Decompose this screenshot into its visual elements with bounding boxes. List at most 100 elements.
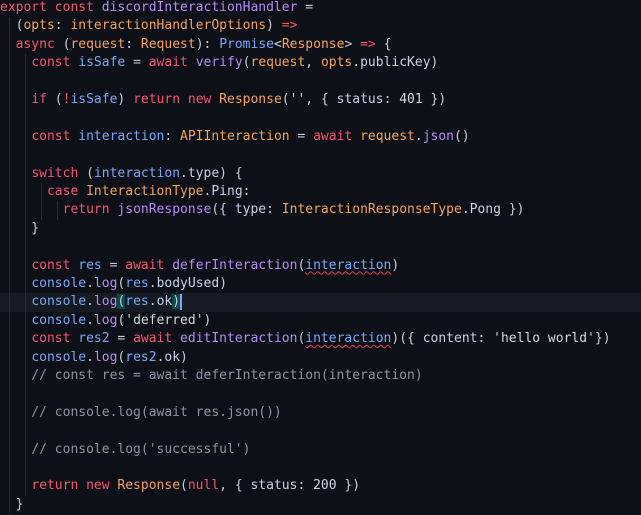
- code-token: opts: [320, 55, 353, 71]
- indent-guide: [25, 459, 26, 478]
- code-token: await: [125, 257, 173, 273]
- indent-guide: [9, 330, 10, 349]
- code-token: }): [422, 92, 447, 107]
- code-line[interactable]: const interaction: APIInteraction = awai…: [0, 127, 641, 147]
- code-token: null: [187, 478, 220, 494]
- code-token: }: [0, 496, 24, 512]
- code-line[interactable]: return new Response(null, { status: 200 …: [0, 477, 641, 496]
- code-token: Request: [140, 36, 196, 52]
- code-editor[interactable]: export const discordInteractionHandler =…: [0, 0, 641, 515]
- code-line[interactable]: case InteractionType.Ping:: [0, 183, 641, 202]
- indent-guide: [25, 330, 26, 349]
- code-line[interactable]: export const discordInteractionHandler =: [0, 0, 641, 17]
- indent-guide: [9, 72, 10, 91]
- code-token: '': [289, 92, 306, 107]
- code-token: type: [234, 202, 267, 218]
- code-line[interactable]: console.log('deferred'): [0, 311, 641, 331]
- code-token: :: [54, 18, 71, 34]
- indent-guide: [9, 440, 10, 459]
- code-token: console: [31, 276, 87, 291]
- code-token: .: [86, 312, 94, 328]
- indent-guide: [25, 201, 26, 220]
- indent-guide: [25, 91, 26, 110]
- code-token: log: [93, 349, 118, 365]
- code-token: }: [0, 220, 40, 236]
- code-token: ): [172, 294, 181, 310]
- code-token: verify: [195, 55, 243, 71]
- indent-guide: [25, 293, 26, 312]
- code-line[interactable]: console.log(res.bodyUsed): [0, 275, 641, 294]
- indent-guide: [41, 183, 42, 202]
- indent-guide: [25, 219, 26, 239]
- code-line[interactable]: const res2 = await editInteraction(inter…: [0, 330, 641, 349]
- code-line[interactable]: }: [0, 219, 641, 239]
- code-token: =: [289, 128, 314, 144]
- code-token: 'deferred': [125, 312, 204, 328]
- code-line[interactable]: const isSafe = await verify(request, opt…: [0, 54, 641, 73]
- indent-guide: [9, 367, 10, 386]
- code-token: ): [203, 312, 212, 328]
- code-token: Ping: [211, 184, 243, 199]
- code-line[interactable]: (opts: interactionHandlerOptions) =>: [0, 17, 641, 36]
- indent-guide: [25, 146, 26, 165]
- code-token: res2: [125, 349, 157, 365]
- indent-guide: [25, 275, 26, 294]
- code-token: bodyUsed: [156, 276, 220, 291]
- code-token: (: [0, 18, 24, 34]
- indent-guide: [9, 238, 10, 257]
- code-token: .: [352, 55, 361, 71]
- code-line[interactable]: if (!isSafe) return new Response('', { s…: [0, 91, 641, 110]
- code-line[interactable]: const res = await deferInteraction(inter…: [0, 256, 641, 275]
- indent-guide: [9, 54, 10, 73]
- code-token: export const: [0, 0, 102, 15]
- code-line[interactable]: console.log(res.ok): [0, 293, 641, 312]
- code-token: .: [414, 128, 423, 144]
- code-token: ) {: [219, 165, 243, 181]
- code-line[interactable]: [0, 72, 641, 91]
- code-line[interactable]: return jsonResponse({ type: InteractionR…: [0, 201, 641, 220]
- code-line[interactable]: // console.log(await res.json()): [0, 403, 641, 423]
- code-line[interactable]: [0, 422, 641, 441]
- code-token: .: [86, 349, 94, 365]
- code-line[interactable]: switch (interaction.type) {: [0, 164, 641, 183]
- code-token: .: [180, 165, 188, 181]
- code-line[interactable]: [0, 459, 641, 478]
- code-token: const: [31, 257, 79, 273]
- code-token: Response: [281, 36, 345, 52]
- code-line[interactable]: [0, 385, 641, 404]
- code-token: request: [360, 128, 415, 144]
- code-token: ok: [156, 294, 173, 310]
- indent-guide: [9, 422, 10, 441]
- code-token: Promise: [219, 36, 274, 52]
- code-token: interaction: [78, 128, 165, 144]
- code-line[interactable]: [0, 238, 641, 257]
- code-token: if: [31, 92, 55, 107]
- indent-guide: [9, 127, 10, 147]
- code-token: ):: [195, 36, 220, 52]
- code-line[interactable]: [0, 109, 641, 128]
- code-token: =: [125, 55, 149, 71]
- indent-guide: [25, 385, 26, 404]
- code-line[interactable]: // const res = await deferInteraction(in…: [0, 367, 641, 386]
- indent-guide: [9, 459, 10, 478]
- code-token: (: [242, 55, 251, 71]
- code-line[interactable]: // console.log('successful'): [0, 440, 641, 459]
- code-token: publicKey: [360, 55, 431, 71]
- code-token: jsonResponse: [117, 202, 212, 218]
- indent-guide: [25, 54, 26, 73]
- code-line[interactable]: console.log(res2.ok): [0, 348, 641, 367]
- code-line[interactable]: [0, 146, 641, 165]
- indent-guide: [9, 385, 10, 404]
- code-line[interactable]: async (request: Request): Promise<Respon…: [0, 35, 641, 55]
- code-token: return new: [31, 478, 118, 494]
- code-token: ): [430, 55, 439, 71]
- code-token: :: [125, 36, 141, 52]
- code-token: console: [31, 312, 87, 328]
- code-token: InteractionResponseType: [281, 202, 462, 218]
- code-line[interactable]: }: [0, 495, 641, 515]
- code-token: interaction: [305, 331, 392, 347]
